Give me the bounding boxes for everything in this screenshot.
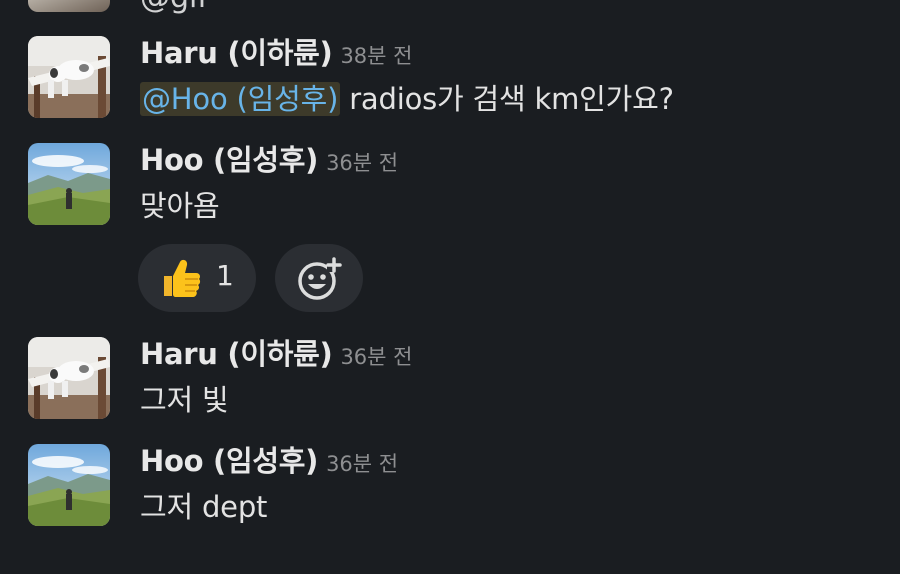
author-name[interactable]: Hoo (임성후) (140, 444, 318, 478)
message-text: @Hoo (임성후) radios가 검색 km인가요? (140, 76, 674, 118)
avatar[interactable] (28, 143, 110, 225)
avatar[interactable] (28, 444, 110, 526)
mountain-avatar-icon (28, 143, 110, 225)
avatar[interactable] (28, 0, 110, 12)
message-header: Hoo (임성후) 36분 전 (140, 438, 398, 480)
reaction-thumbs-up[interactable]: 1 (138, 244, 256, 312)
message-header: Haru (이하륜) 38분 전 (140, 30, 412, 72)
author-name[interactable]: Haru (이하륜) (140, 36, 333, 70)
avatar[interactable] (28, 36, 110, 118)
timestamp[interactable]: 36분 전 (326, 452, 398, 476)
thumbs-up-icon (164, 259, 201, 297)
user-mention[interactable]: @Hoo (임성후) (140, 82, 341, 116)
message-text: 그저 빛 (140, 383, 229, 417)
message-header: Hoo (임성후) 36분 전 (140, 137, 398, 179)
reaction-count: 1 (216, 259, 234, 292)
avatar[interactable] (28, 337, 110, 419)
add-reaction-icon (298, 257, 342, 300)
cat-avatar-icon (28, 36, 110, 118)
cat-avatar-icon (28, 337, 110, 419)
message-text: 맞아욤 (140, 189, 220, 223)
mountain-avatar-icon (28, 444, 110, 526)
message-list: @gif Haru (이하륜) 38분 전 @Hoo (임성후) (0, 0, 900, 574)
author-name[interactable]: Hoo (임성후) (140, 143, 318, 177)
previous-message: @gif (0, 0, 900, 14)
message-text-content: radios가 검색 km인가요? (340, 82, 674, 116)
timestamp[interactable]: 38분 전 (340, 44, 412, 68)
add-reaction-button[interactable] (275, 244, 363, 312)
timestamp[interactable]: 36분 전 (326, 151, 398, 175)
message-text: @gif (140, 0, 208, 14)
message-header: Haru (이하륜) 36분 전 (140, 331, 412, 373)
message-text: 그저 dept (140, 490, 268, 524)
timestamp[interactable]: 36분 전 (340, 345, 412, 369)
author-name[interactable]: Haru (이하륜) (140, 337, 333, 371)
